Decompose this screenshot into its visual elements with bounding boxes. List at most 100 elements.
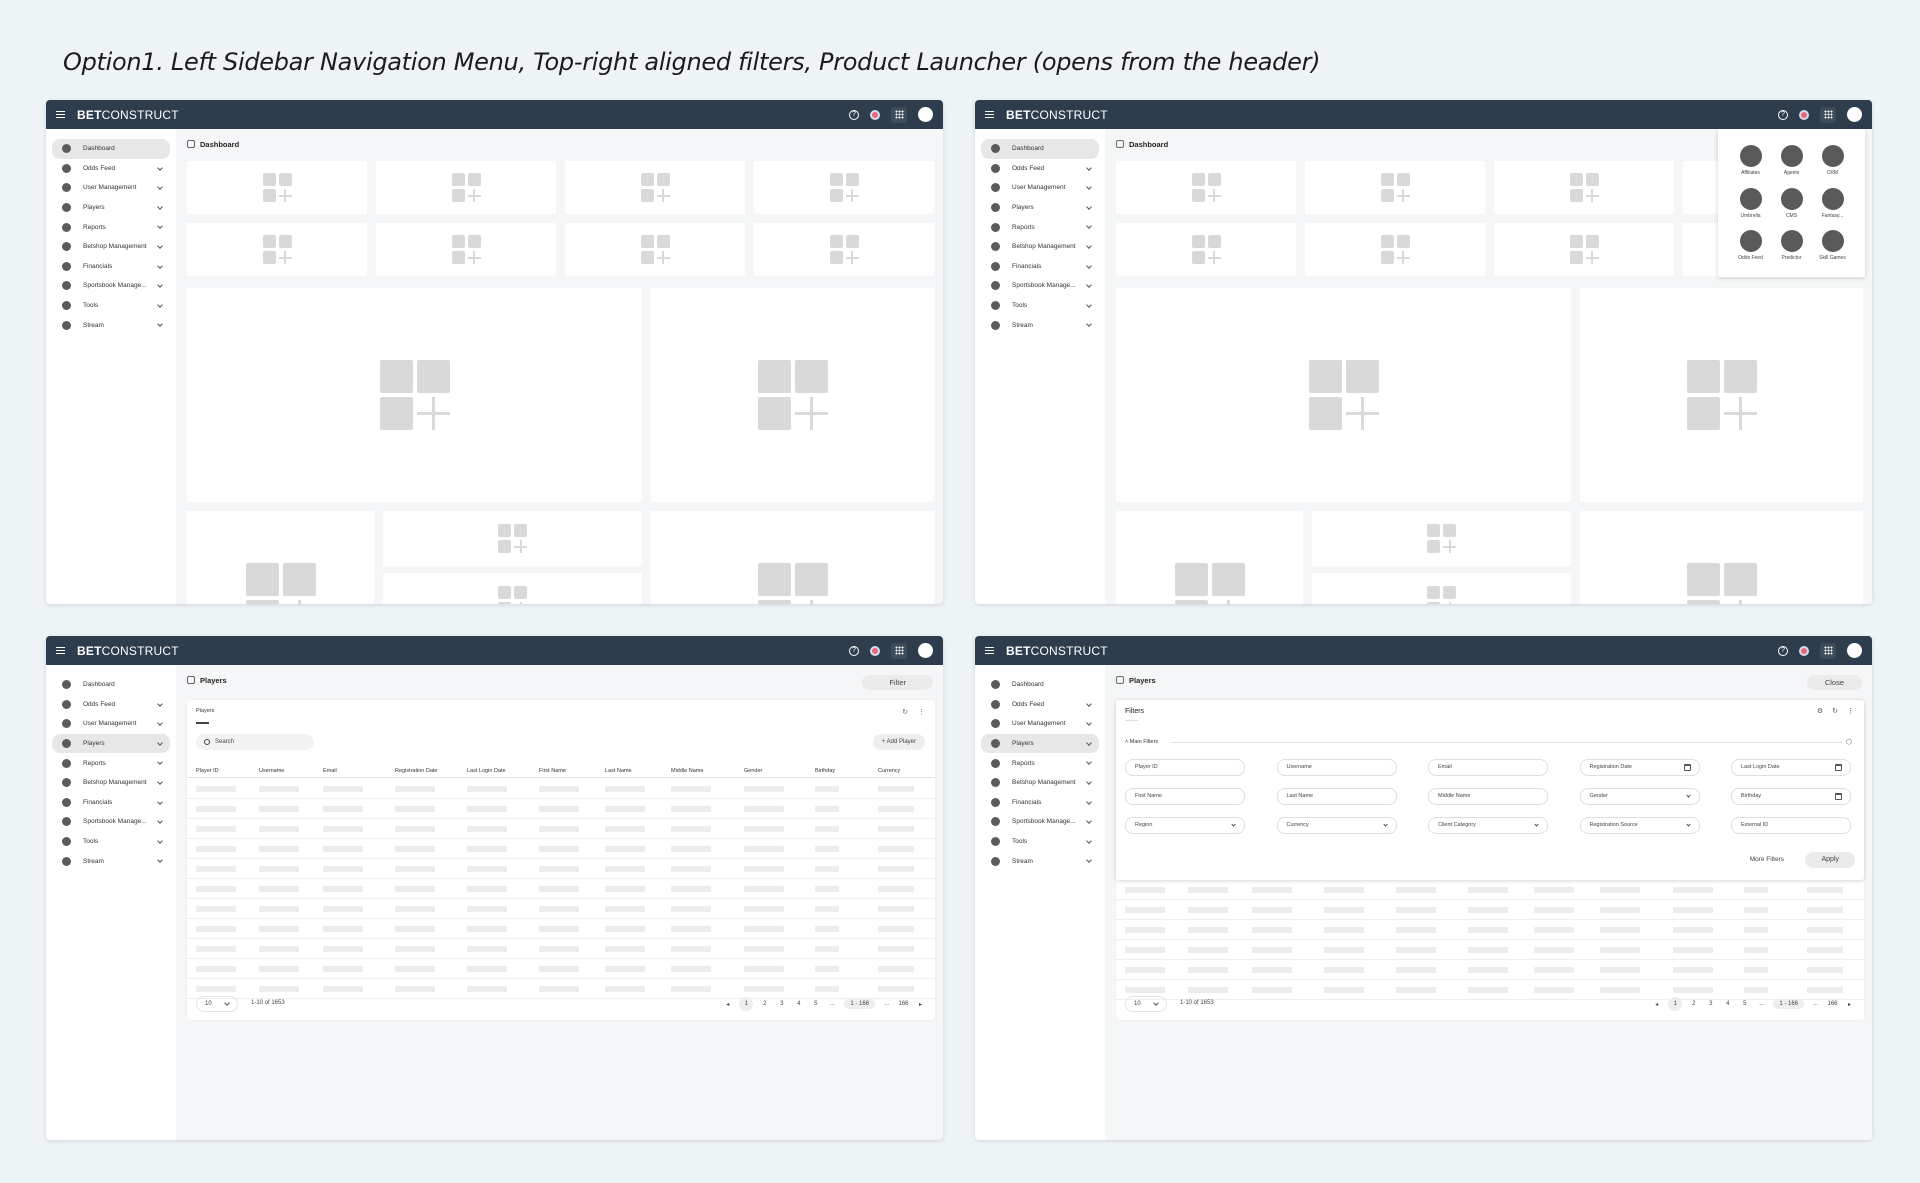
page-number[interactable]: 3 [776, 1001, 787, 1007]
page-number[interactable]: 4 [1722, 1001, 1733, 1007]
product-launcher-icon[interactable] [1820, 642, 1836, 659]
chevron-down-icon[interactable] [157, 779, 163, 785]
widget-placeholder[interactable] [1305, 161, 1485, 214]
avatar[interactable] [1847, 643, 1862, 658]
page-number[interactable]: 1 [1668, 997, 1683, 1011]
table-row[interactable] [187, 879, 935, 899]
chevron-down-icon[interactable] [157, 759, 163, 766]
product-launcher-icon[interactable] [891, 106, 907, 123]
chevron-down-icon[interactable] [1086, 818, 1092, 824]
page-number[interactable]: ... [827, 1001, 838, 1007]
chevron-down-icon[interactable] [157, 203, 163, 210]
launcher-app[interactable]: CMS [1771, 187, 1812, 225]
sidebar-item[interactable]: Dashboard [52, 675, 170, 695]
table-row[interactable] [187, 819, 935, 839]
sidebar-item[interactable]: Stream [981, 315, 1099, 335]
filter-field[interactable]: Last Login Date [1731, 759, 1851, 776]
sidebar-item[interactable]: Odds Feed [981, 695, 1099, 715]
table-row[interactable] [1116, 920, 1864, 940]
page-number[interactable]: 166 [898, 1001, 909, 1007]
sidebar-item[interactable]: Betshop Management [981, 237, 1099, 257]
chevron-down-icon[interactable] [157, 720, 163, 727]
add-player-button[interactable]: + Add Player [872, 734, 925, 750]
sidebar-item[interactable]: Odds Feed [52, 159, 170, 179]
chevron-down-icon[interactable] [1086, 779, 1092, 785]
logo[interactable]: BETCONSTRUCT [77, 644, 179, 658]
chevron-down-icon[interactable] [1086, 203, 1092, 210]
page-number[interactable]: 1 - 166 [1773, 999, 1804, 1009]
help-icon[interactable]: ? [1778, 645, 1788, 656]
chevron-down-icon[interactable] [1086, 739, 1092, 746]
avatar[interactable] [918, 643, 933, 658]
column-header[interactable]: Gender [744, 768, 762, 774]
chevron-down-icon[interactable] [1086, 857, 1092, 864]
page-size-select[interactable]: 10 [1125, 996, 1167, 1012]
filter-field[interactable]: Gender [1579, 788, 1700, 805]
sidebar-item[interactable]: Odds Feed [52, 695, 170, 715]
launcher-app[interactable]: Skill Games [1812, 230, 1853, 267]
page-number[interactable]: 5 [1739, 1001, 1750, 1007]
launcher-app[interactable]: Fantasy... [1812, 187, 1853, 225]
sidebar-item[interactable]: Betshop Management [52, 237, 170, 257]
language-flag-icon[interactable] [870, 645, 880, 656]
widget-placeholder[interactable] [187, 161, 367, 214]
widget-placeholder[interactable] [565, 223, 745, 276]
table-row[interactable] [1116, 900, 1864, 920]
logo[interactable]: BETCONSTRUCT [77, 108, 179, 122]
page-number[interactable]: 166 [1827, 1001, 1838, 1007]
chevron-down-icon[interactable] [157, 262, 163, 269]
menu-icon[interactable] [985, 647, 994, 654]
chevron-down-icon[interactable] [1086, 184, 1092, 191]
widget-placeholder[interactable] [187, 511, 374, 604]
sidebar-item[interactable]: Financials [52, 793, 170, 813]
widget-placeholder[interactable] [1580, 511, 1863, 604]
launcher-app[interactable]: Predictor [1771, 230, 1812, 267]
widget-placeholder[interactable] [1312, 573, 1571, 604]
sidebar-item[interactable]: Dashboard [981, 139, 1099, 159]
widget-placeholder[interactable] [1580, 288, 1863, 502]
launcher-app[interactable]: Affiliates [1730, 145, 1771, 182]
filter-field[interactable]: Currency [1276, 817, 1397, 834]
sidebar-item[interactable]: Financials [981, 793, 1099, 813]
help-icon[interactable]: ? [849, 645, 859, 656]
widget-placeholder[interactable] [754, 161, 934, 214]
sidebar-item[interactable]: Stream [52, 851, 170, 871]
chevron-down-icon[interactable] [157, 164, 163, 171]
close-filters-button[interactable]: Close [1806, 675, 1862, 690]
help-icon[interactable]: ? [849, 109, 859, 120]
sidebar-item[interactable]: Sportsbook Manage... [981, 812, 1099, 832]
filter-field[interactable]: Client Category [1428, 817, 1548, 834]
launcher-app[interactable]: Umbrella [1730, 187, 1771, 225]
sidebar-item[interactable]: Reports [52, 217, 170, 237]
widget-placeholder[interactable] [1494, 161, 1674, 214]
table-row[interactable] [1116, 880, 1864, 900]
page-number[interactable]: 2 [759, 1001, 770, 1007]
sidebar-item[interactable]: Tools [981, 832, 1099, 852]
prev-page-icon[interactable]: ◂ [722, 1001, 733, 1008]
sidebar-item[interactable]: Tools [52, 296, 170, 316]
table-row[interactable] [187, 839, 935, 859]
sidebar-item[interactable]: Players [52, 198, 170, 218]
chevron-down-icon[interactable] [157, 301, 163, 308]
filter-field[interactable]: Email [1428, 759, 1548, 776]
sidebar-item[interactable]: Dashboard [981, 675, 1099, 695]
sidebar-item[interactable]: Sportsbook Manage... [52, 812, 170, 832]
chevron-down-icon[interactable] [1086, 301, 1092, 308]
chevron-down-icon[interactable] [1086, 720, 1092, 727]
menu-icon[interactable] [56, 111, 65, 118]
page-number[interactable]: 1 - 166 [844, 999, 875, 1009]
next-page-icon[interactable]: ▸ [1844, 1001, 1855, 1008]
filter-field[interactable]: Username [1276, 759, 1397, 776]
table-row[interactable] [187, 779, 935, 799]
widget-placeholder[interactable] [376, 223, 556, 276]
filter-field[interactable]: Region [1125, 817, 1245, 834]
sidebar-item[interactable]: Financials [52, 257, 170, 277]
chevron-down-icon[interactable] [1086, 282, 1092, 288]
filter-field[interactable]: Birthday [1731, 788, 1851, 805]
sidebar-item[interactable]: Stream [981, 851, 1099, 871]
table-row[interactable] [187, 959, 935, 979]
table-row[interactable] [187, 919, 935, 939]
widget-placeholder[interactable] [187, 223, 367, 276]
chevron-down-icon[interactable] [157, 857, 163, 864]
page-number[interactable]: 3 [1705, 1001, 1716, 1007]
